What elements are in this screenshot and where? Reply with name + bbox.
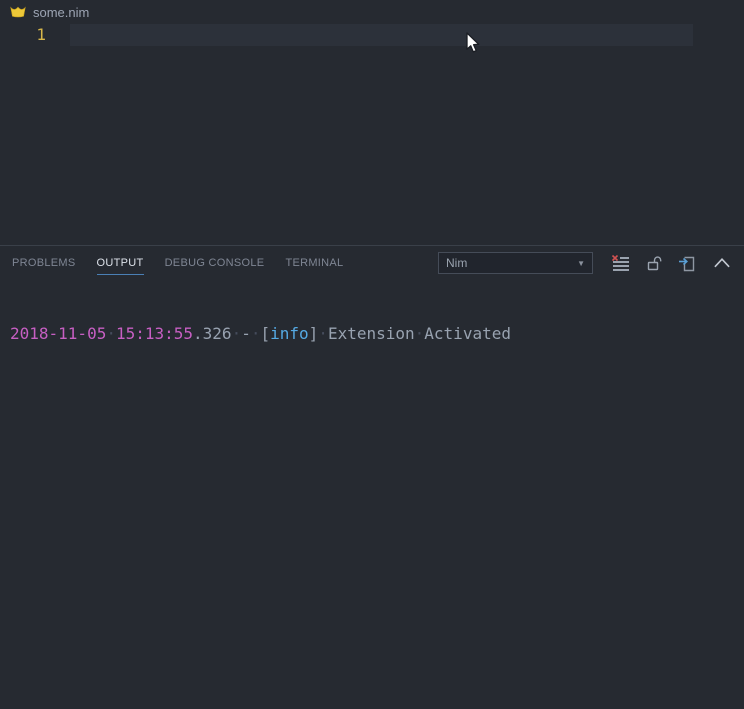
log-timestamp-time: 15:13:55 (115, 324, 194, 343)
log-message-word-1: Extension (327, 324, 415, 343)
nim-crown-icon (10, 5, 26, 19)
log-timestamp-date: 2018-11-05 (10, 324, 107, 343)
whitespace-dot: · (414, 324, 425, 343)
open-log-file-button[interactable] (678, 255, 696, 272)
log-bracket-open: [ (260, 324, 271, 343)
tab-debug-console[interactable]: DEBUG CONSOLE (165, 257, 265, 275)
bottom-panel: PROBLEMS OUTPUT DEBUG CONSOLE TERMINAL N… (0, 246, 744, 709)
clear-output-icon (612, 255, 629, 271)
whitespace-dot: · (318, 324, 328, 343)
whitespace-dot: · (231, 324, 242, 343)
tab-problems[interactable]: PROBLEMS (12, 257, 76, 275)
output-log-line: 2018-11-05·15:13:55.326·-·[info]·Extensi… (10, 324, 734, 343)
lock-scrolling-button[interactable] (645, 255, 663, 272)
log-bracket-close: ] (308, 324, 319, 343)
current-line-highlight[interactable] (70, 24, 693, 46)
unlock-icon (647, 256, 661, 271)
clear-output-button[interactable] (612, 255, 630, 272)
panel-controls: Nim ▼ (438, 252, 731, 274)
panel-header: PROBLEMS OUTPUT DEBUG CONSOLE TERMINAL N… (0, 246, 744, 280)
panel-tab-list: PROBLEMS OUTPUT DEBUG CONSOLE TERMINAL (12, 252, 343, 275)
code-editor[interactable]: 1 (0, 24, 744, 245)
chevron-down-icon: ▼ (577, 258, 585, 268)
editor-line-1[interactable]: 1 (0, 24, 744, 46)
tab-output[interactable]: OUTPUT (96, 257, 144, 275)
editor-tab-bar: some.nim (0, 0, 744, 24)
maximize-panel-button[interactable] (713, 255, 731, 272)
chevron-up-icon (714, 258, 730, 268)
editor-tab-filename[interactable]: some.nim (33, 5, 89, 20)
log-timestamp-ms: .326 (193, 324, 232, 343)
log-separator-dash: - (241, 324, 251, 343)
log-message-word-2: Activated (424, 324, 511, 343)
whitespace-dot: · (106, 324, 116, 343)
output-log[interactable]: 2018-11-05·15:13:55.326·-·[info]·Extensi… (0, 280, 744, 387)
output-channel-value: Nim (446, 256, 468, 270)
line-number-gutter: 1 (36, 25, 46, 44)
open-log-file-icon (679, 256, 695, 271)
tab-terminal[interactable]: TERMINAL (285, 257, 343, 275)
log-level-info: info (270, 324, 309, 343)
output-channel-select[interactable]: Nim ▼ (438, 252, 593, 274)
